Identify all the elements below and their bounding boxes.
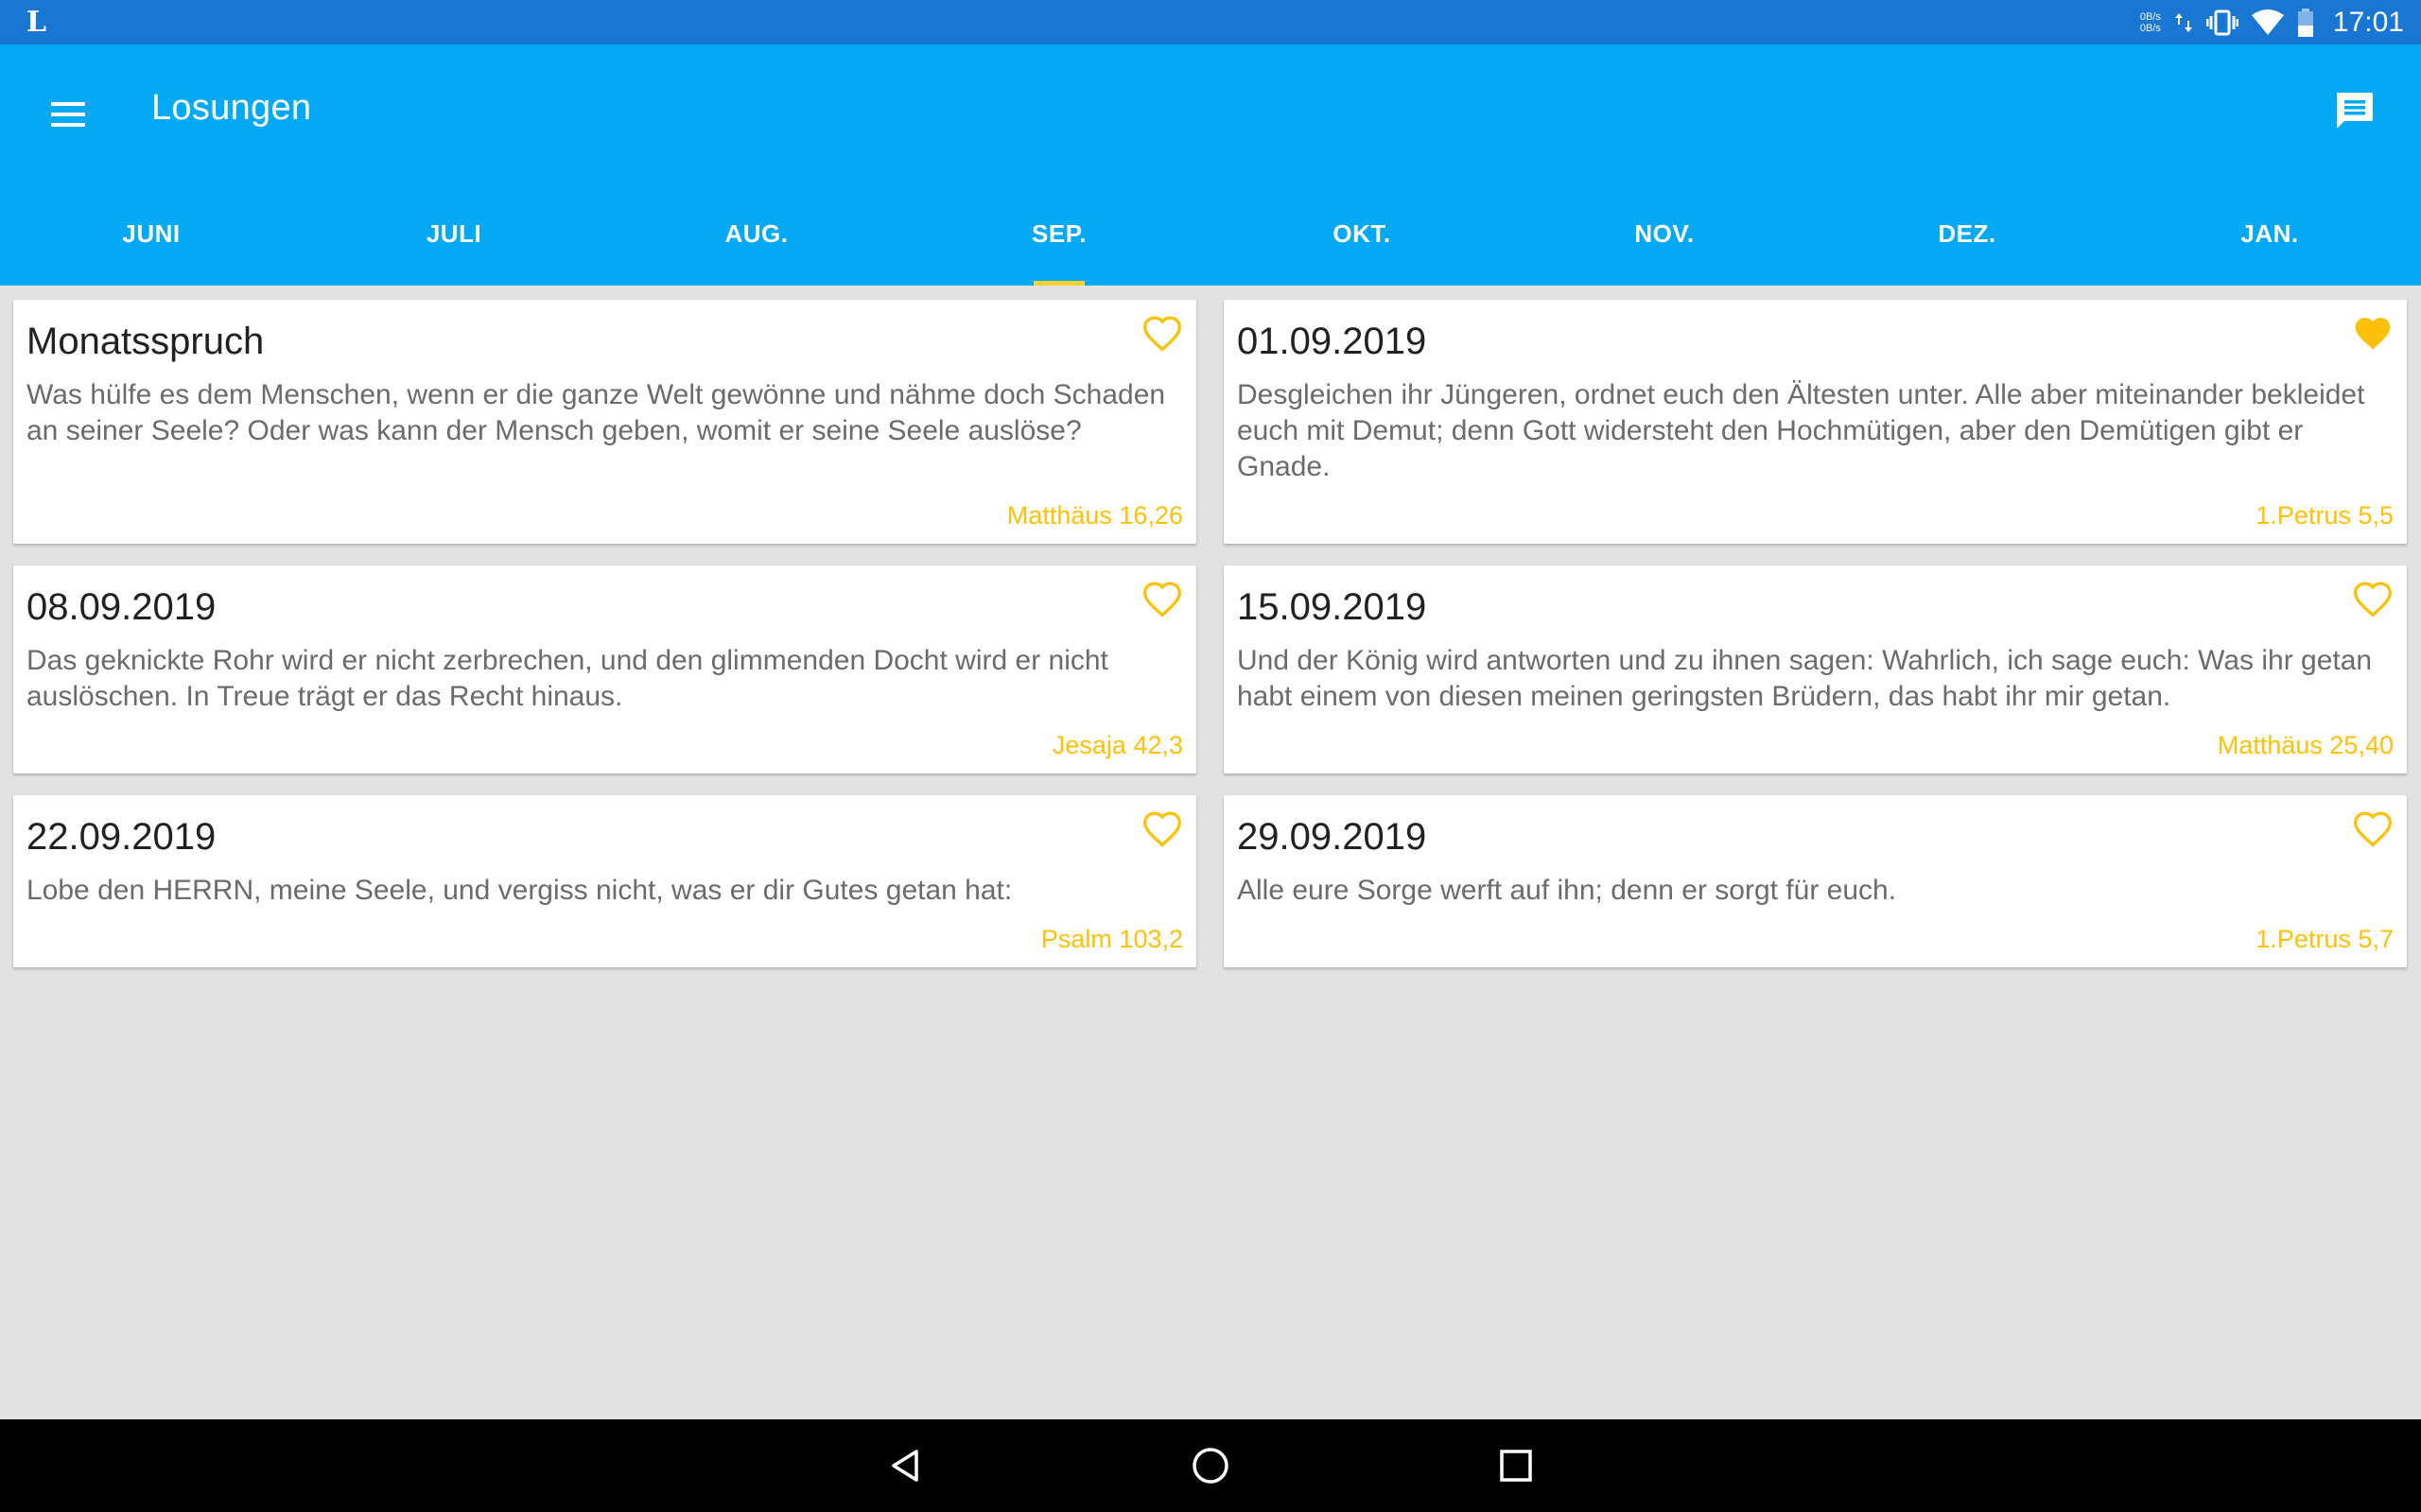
recents-icon xyxy=(1500,1450,1532,1482)
menu-button[interactable] xyxy=(38,84,98,145)
card-title: 08.09.2019 xyxy=(26,586,217,628)
tab-aug[interactable]: AUG. xyxy=(605,196,908,286)
card-title: 01.09.2019 xyxy=(1237,321,1427,362)
feedback-message-icon xyxy=(2337,93,2373,129)
status-clock: 17:01 xyxy=(2332,6,2404,38)
back-button[interactable] xyxy=(877,1437,933,1494)
home-icon xyxy=(1193,1448,1228,1484)
tab-sep[interactable]: SEP. xyxy=(908,196,1210,286)
card-title: 15.09.2019 xyxy=(1237,586,1427,628)
tab-juni[interactable]: JUNI xyxy=(0,196,303,286)
recents-button[interactable] xyxy=(1488,1437,1544,1494)
net-speed-up: 0B/s xyxy=(2139,10,2161,23)
home-button[interactable] xyxy=(1182,1437,1239,1494)
verse-card-01-09[interactable]: 01.09.2019 Desgleichen ihr Jüngeren, ord… xyxy=(1224,300,2407,544)
app-title: Losungen xyxy=(151,88,312,128)
card-text: Was hülfe es dem Menschen, wenn er die g… xyxy=(26,379,1166,446)
verse-card-22-09[interactable]: 22.09.2019 Lobe den HERRN, meine Seele, … xyxy=(13,795,1196,967)
verse-card-15-09[interactable]: 15.09.2019 Und der König wird antworten … xyxy=(1224,565,2407,773)
hamburger-menu-icon xyxy=(51,102,85,127)
card-text: Desgleichen ihr Jüngeren, ordnet euch de… xyxy=(1237,379,2365,482)
favorite-toggle[interactable] xyxy=(2352,313,2394,355)
status-bar: L 0B/s 0B/s 17:01 xyxy=(0,0,2421,44)
tab-juli[interactable]: JULI xyxy=(303,196,605,286)
data-arrows-icon xyxy=(2174,11,2193,34)
card-reference[interactable]: 1.Petrus 5,7 xyxy=(2256,925,2394,954)
verse-card-08-09[interactable]: 08.09.2019 Das geknickte Rohr wird er ni… xyxy=(13,565,1196,773)
back-icon xyxy=(892,1450,918,1482)
card-title: 22.09.2019 xyxy=(26,816,217,858)
card-title: Monatsspruch xyxy=(26,321,265,362)
favorite-toggle[interactable] xyxy=(1141,808,1183,850)
heart-outline-icon xyxy=(1143,811,1181,847)
heart-outline-icon xyxy=(1143,316,1181,352)
status-icons: 0B/s 0B/s 17:01 xyxy=(2140,0,2404,44)
network-speed: 0B/s 0B/s xyxy=(2140,11,2161,34)
heart-filled-icon xyxy=(2355,318,2391,350)
card-title: 29.09.2019 xyxy=(1237,816,1427,858)
card-text: Alle eure Sorge werft auf ihn; denn er s… xyxy=(1237,875,1897,906)
tab-okt[interactable]: OKT. xyxy=(1210,196,1513,286)
heart-outline-icon xyxy=(2354,582,2392,617)
battery-icon xyxy=(2297,8,2314,37)
system-nav-bar xyxy=(0,1419,2421,1512)
month-tabs: JUNI JULI AUG. SEP. OKT. NOV. DEZ. JAN. xyxy=(0,196,2421,286)
favorite-toggle[interactable] xyxy=(2352,579,2394,620)
wifi-icon xyxy=(2251,9,2284,36)
card-text: Und der König wird antworten und zu ihne… xyxy=(1237,645,2373,712)
app-notification-icon: L xyxy=(26,6,47,39)
net-speed-down: 0B/s xyxy=(2139,22,2161,34)
verse-card-monatsspruch[interactable]: Monatsspruch Was hülfe es dem Menschen, … xyxy=(13,300,1196,544)
card-reference[interactable]: Psalm 103,2 xyxy=(1041,925,1183,954)
card-reference[interactable]: Matthäus 16,26 xyxy=(1007,501,1183,530)
card-reference[interactable]: Matthäus 25,40 xyxy=(2218,731,2394,760)
card-text: Das geknickte Rohr wird er nicht zerbrec… xyxy=(26,645,1108,712)
feedback-button[interactable] xyxy=(2321,78,2387,145)
favorite-toggle[interactable] xyxy=(1141,313,1183,355)
verse-card-29-09[interactable]: 29.09.2019 Alle eure Sorge werft auf ihn… xyxy=(1224,795,2407,967)
favorite-toggle[interactable] xyxy=(1141,579,1183,620)
card-reference[interactable]: Jesaja 42,3 xyxy=(1053,731,1183,760)
tab-dez[interactable]: DEZ. xyxy=(1816,196,2118,286)
tab-jan[interactable]: JAN. xyxy=(2118,196,2421,286)
card-text: Lobe den HERRN, meine Seele, und vergiss… xyxy=(26,875,1013,906)
heart-outline-icon xyxy=(2354,811,2392,847)
tab-nov[interactable]: NOV. xyxy=(1513,196,1816,286)
vibrate-icon xyxy=(2205,9,2238,36)
heart-outline-icon xyxy=(1143,582,1181,617)
favorite-toggle[interactable] xyxy=(2352,808,2394,850)
app-bar: Losungen JUNI JULI AUG. SEP. OKT. NOV. D… xyxy=(0,44,2421,286)
card-reference[interactable]: 1.Petrus 5,5 xyxy=(2256,501,2394,530)
